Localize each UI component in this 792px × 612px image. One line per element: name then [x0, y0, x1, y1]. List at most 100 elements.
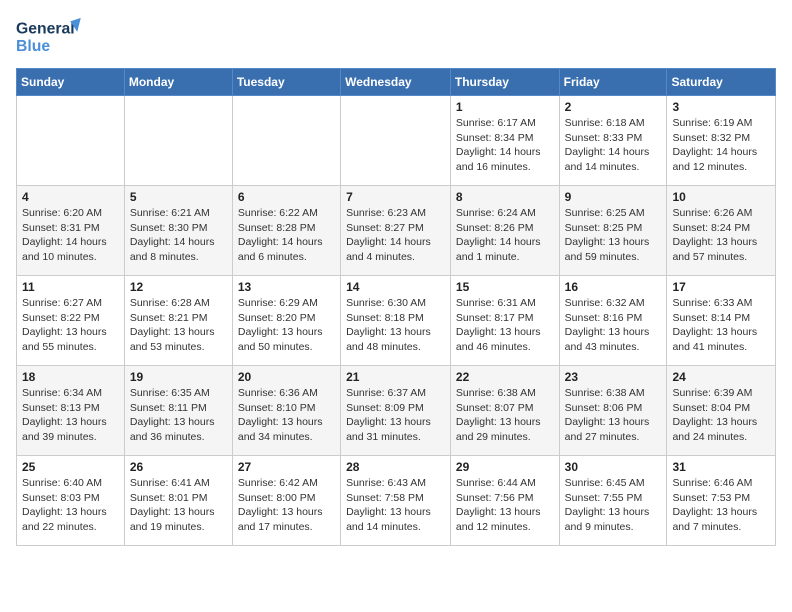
- calendar-cell: 31 Sunrise: 6:46 AM Sunset: 7:53 PM Dayli…: [667, 456, 776, 546]
- calendar-cell: [341, 96, 451, 186]
- calendar-cell: 12Sunrise: 6:28 AM Sunset: 8:21 PM Dayli…: [124, 276, 232, 366]
- day-number: 20: [238, 370, 335, 384]
- calendar-cell: 23Sunrise: 6:38 AM Sunset: 8:06 PM Dayli…: [559, 366, 667, 456]
- weekday-header: Sunday: [17, 69, 125, 96]
- day-number: 28: [346, 460, 445, 474]
- day-number: 31: [672, 460, 770, 474]
- day-number: 30: [565, 460, 662, 474]
- page-header: GeneralBlue: [16, 16, 776, 60]
- day-info: Sunrise: 6:36 AM Sunset: 8:10 PM Dayligh…: [238, 386, 335, 445]
- calendar-week-row: 1 Sunrise: 6:17 AM Sunset: 8:34 PM Daylig…: [17, 96, 776, 186]
- day-info: Sunrise: 6:21 AM Sunset: 8:30 PM Dayligh…: [130, 206, 227, 265]
- calendar-cell: 10Sunrise: 6:26 AM Sunset: 8:24 PM Dayli…: [667, 186, 776, 276]
- calendar-cell: 28 Sunrise: 6:43 AM Sunset: 7:58 PM Dayli…: [341, 456, 451, 546]
- weekday-header: Saturday: [667, 69, 776, 96]
- calendar-cell: 4 Sunrise: 6:20 AM Sunset: 8:31 PM Daylig…: [17, 186, 125, 276]
- day-info: Sunrise: 6:23 AM Sunset: 8:27 PM Dayligh…: [346, 206, 445, 265]
- day-info: Sunrise: 6:41 AM Sunset: 8:01 PM Dayligh…: [130, 476, 227, 535]
- day-info: Sunrise: 6:22 AM Sunset: 8:28 PM Dayligh…: [238, 206, 335, 265]
- day-number: 7: [346, 190, 445, 204]
- day-info: Sunrise: 6:43 AM Sunset: 7:58 PM Dayligh…: [346, 476, 445, 535]
- calendar-cell: 7 Sunrise: 6:23 AM Sunset: 8:27 PM Daylig…: [341, 186, 451, 276]
- day-info: Sunrise: 6:34 AM Sunset: 8:13 PM Dayligh…: [22, 386, 119, 445]
- calendar-cell: 29 Sunrise: 6:44 AM Sunset: 7:56 PM Dayli…: [450, 456, 559, 546]
- svg-text:General: General: [16, 21, 75, 38]
- day-number: 11: [22, 280, 119, 294]
- calendar-table: SundayMondayTuesdayWednesdayThursdayFrid…: [16, 68, 776, 546]
- weekday-header-row: SundayMondayTuesdayWednesdayThursdayFrid…: [17, 69, 776, 96]
- calendar-week-row: 25 Sunrise: 6:40 AM Sunset: 8:03 PM Dayli…: [17, 456, 776, 546]
- day-info: Sunrise: 6:26 AM Sunset: 8:24 PM Dayligh…: [672, 206, 770, 265]
- day-info: Sunrise: 6:30 AM Sunset: 8:18 PM Dayligh…: [346, 296, 445, 355]
- calendar-cell: 15 Sunrise: 6:31 AM Sunset: 8:17 PM Dayli…: [450, 276, 559, 366]
- day-number: 29: [456, 460, 554, 474]
- day-info: Sunrise: 6:33 AM Sunset: 8:14 PM Dayligh…: [672, 296, 770, 355]
- day-number: 19: [130, 370, 227, 384]
- day-number: 22: [456, 370, 554, 384]
- calendar-cell: 1 Sunrise: 6:17 AM Sunset: 8:34 PM Daylig…: [450, 96, 559, 186]
- calendar-cell: 22Sunrise: 6:38 AM Sunset: 8:07 PM Dayli…: [450, 366, 559, 456]
- day-info: Sunrise: 6:32 AM Sunset: 8:16 PM Dayligh…: [565, 296, 662, 355]
- day-info: Sunrise: 6:19 AM Sunset: 8:32 PM Dayligh…: [672, 116, 770, 175]
- calendar-cell: 5Sunrise: 6:21 AM Sunset: 8:30 PM Daylig…: [124, 186, 232, 276]
- day-number: 8: [456, 190, 554, 204]
- day-number: 14: [346, 280, 445, 294]
- calendar-cell: 18Sunrise: 6:34 AM Sunset: 8:13 PM Dayli…: [17, 366, 125, 456]
- day-info: Sunrise: 6:44 AM Sunset: 7:56 PM Dayligh…: [456, 476, 554, 535]
- svg-text:Blue: Blue: [16, 38, 50, 55]
- day-info: Sunrise: 6:37 AM Sunset: 8:09 PM Dayligh…: [346, 386, 445, 445]
- calendar-cell: 20 Sunrise: 6:36 AM Sunset: 8:10 PM Dayli…: [232, 366, 340, 456]
- calendar-cell: 11 Sunrise: 6:27 AM Sunset: 8:22 PM Dayli…: [17, 276, 125, 366]
- weekday-header: Friday: [559, 69, 667, 96]
- day-number: 24: [672, 370, 770, 384]
- calendar-cell: [17, 96, 125, 186]
- day-info: Sunrise: 6:20 AM Sunset: 8:31 PM Dayligh…: [22, 206, 119, 265]
- day-info: Sunrise: 6:24 AM Sunset: 8:26 PM Dayligh…: [456, 206, 554, 265]
- calendar-cell: 27Sunrise: 6:42 AM Sunset: 8:00 PM Dayli…: [232, 456, 340, 546]
- day-number: 25: [22, 460, 119, 474]
- calendar-cell: 25 Sunrise: 6:40 AM Sunset: 8:03 PM Dayli…: [17, 456, 125, 546]
- calendar-cell: 8 Sunrise: 6:24 AM Sunset: 8:26 PM Daylig…: [450, 186, 559, 276]
- day-info: Sunrise: 6:40 AM Sunset: 8:03 PM Dayligh…: [22, 476, 119, 535]
- calendar-cell: 24 Sunrise: 6:39 AM Sunset: 8:04 PM Dayli…: [667, 366, 776, 456]
- day-info: Sunrise: 6:42 AM Sunset: 8:00 PM Dayligh…: [238, 476, 335, 535]
- day-info: Sunrise: 6:45 AM Sunset: 7:55 PM Dayligh…: [565, 476, 662, 535]
- day-info: Sunrise: 6:31 AM Sunset: 8:17 PM Dayligh…: [456, 296, 554, 355]
- logo-icon: GeneralBlue: [16, 16, 86, 60]
- calendar-week-row: 11 Sunrise: 6:27 AM Sunset: 8:22 PM Dayli…: [17, 276, 776, 366]
- day-info: Sunrise: 6:29 AM Sunset: 8:20 PM Dayligh…: [238, 296, 335, 355]
- calendar-cell: 6 Sunrise: 6:22 AM Sunset: 8:28 PM Daylig…: [232, 186, 340, 276]
- day-info: Sunrise: 6:17 AM Sunset: 8:34 PM Dayligh…: [456, 116, 554, 175]
- day-info: Sunrise: 6:39 AM Sunset: 8:04 PM Dayligh…: [672, 386, 770, 445]
- calendar-week-row: 18Sunrise: 6:34 AM Sunset: 8:13 PM Dayli…: [17, 366, 776, 456]
- day-info: Sunrise: 6:27 AM Sunset: 8:22 PM Dayligh…: [22, 296, 119, 355]
- day-number: 1: [456, 100, 554, 114]
- day-number: 23: [565, 370, 662, 384]
- calendar-week-row: 4 Sunrise: 6:20 AM Sunset: 8:31 PM Daylig…: [17, 186, 776, 276]
- calendar-cell: 9Sunrise: 6:25 AM Sunset: 8:25 PM Daylig…: [559, 186, 667, 276]
- weekday-header: Monday: [124, 69, 232, 96]
- day-info: Sunrise: 6:28 AM Sunset: 8:21 PM Dayligh…: [130, 296, 227, 355]
- calendar-cell: 17 Sunrise: 6:33 AM Sunset: 8:14 PM Dayli…: [667, 276, 776, 366]
- day-number: 2: [565, 100, 662, 114]
- day-number: 17: [672, 280, 770, 294]
- day-number: 26: [130, 460, 227, 474]
- day-info: Sunrise: 6:35 AM Sunset: 8:11 PM Dayligh…: [130, 386, 227, 445]
- calendar-cell: 16 Sunrise: 6:32 AM Sunset: 8:16 PM Dayli…: [559, 276, 667, 366]
- day-number: 6: [238, 190, 335, 204]
- calendar-cell: 14 Sunrise: 6:30 AM Sunset: 8:18 PM Dayli…: [341, 276, 451, 366]
- day-number: 16: [565, 280, 662, 294]
- calendar-cell: 21 Sunrise: 6:37 AM Sunset: 8:09 PM Dayli…: [341, 366, 451, 456]
- calendar-cell: 26 Sunrise: 6:41 AM Sunset: 8:01 PM Dayli…: [124, 456, 232, 546]
- day-info: Sunrise: 6:18 AM Sunset: 8:33 PM Dayligh…: [565, 116, 662, 175]
- calendar-cell: [124, 96, 232, 186]
- calendar-cell: 13Sunrise: 6:29 AM Sunset: 8:20 PM Dayli…: [232, 276, 340, 366]
- calendar-cell: 2 Sunrise: 6:18 AM Sunset: 8:33 PM Daylig…: [559, 96, 667, 186]
- day-number: 15: [456, 280, 554, 294]
- weekday-header: Wednesday: [341, 69, 451, 96]
- calendar-cell: 3Sunrise: 6:19 AM Sunset: 8:32 PM Daylig…: [667, 96, 776, 186]
- day-info: Sunrise: 6:46 AM Sunset: 7:53 PM Dayligh…: [672, 476, 770, 535]
- day-number: 4: [22, 190, 119, 204]
- weekday-header: Tuesday: [232, 69, 340, 96]
- day-number: 21: [346, 370, 445, 384]
